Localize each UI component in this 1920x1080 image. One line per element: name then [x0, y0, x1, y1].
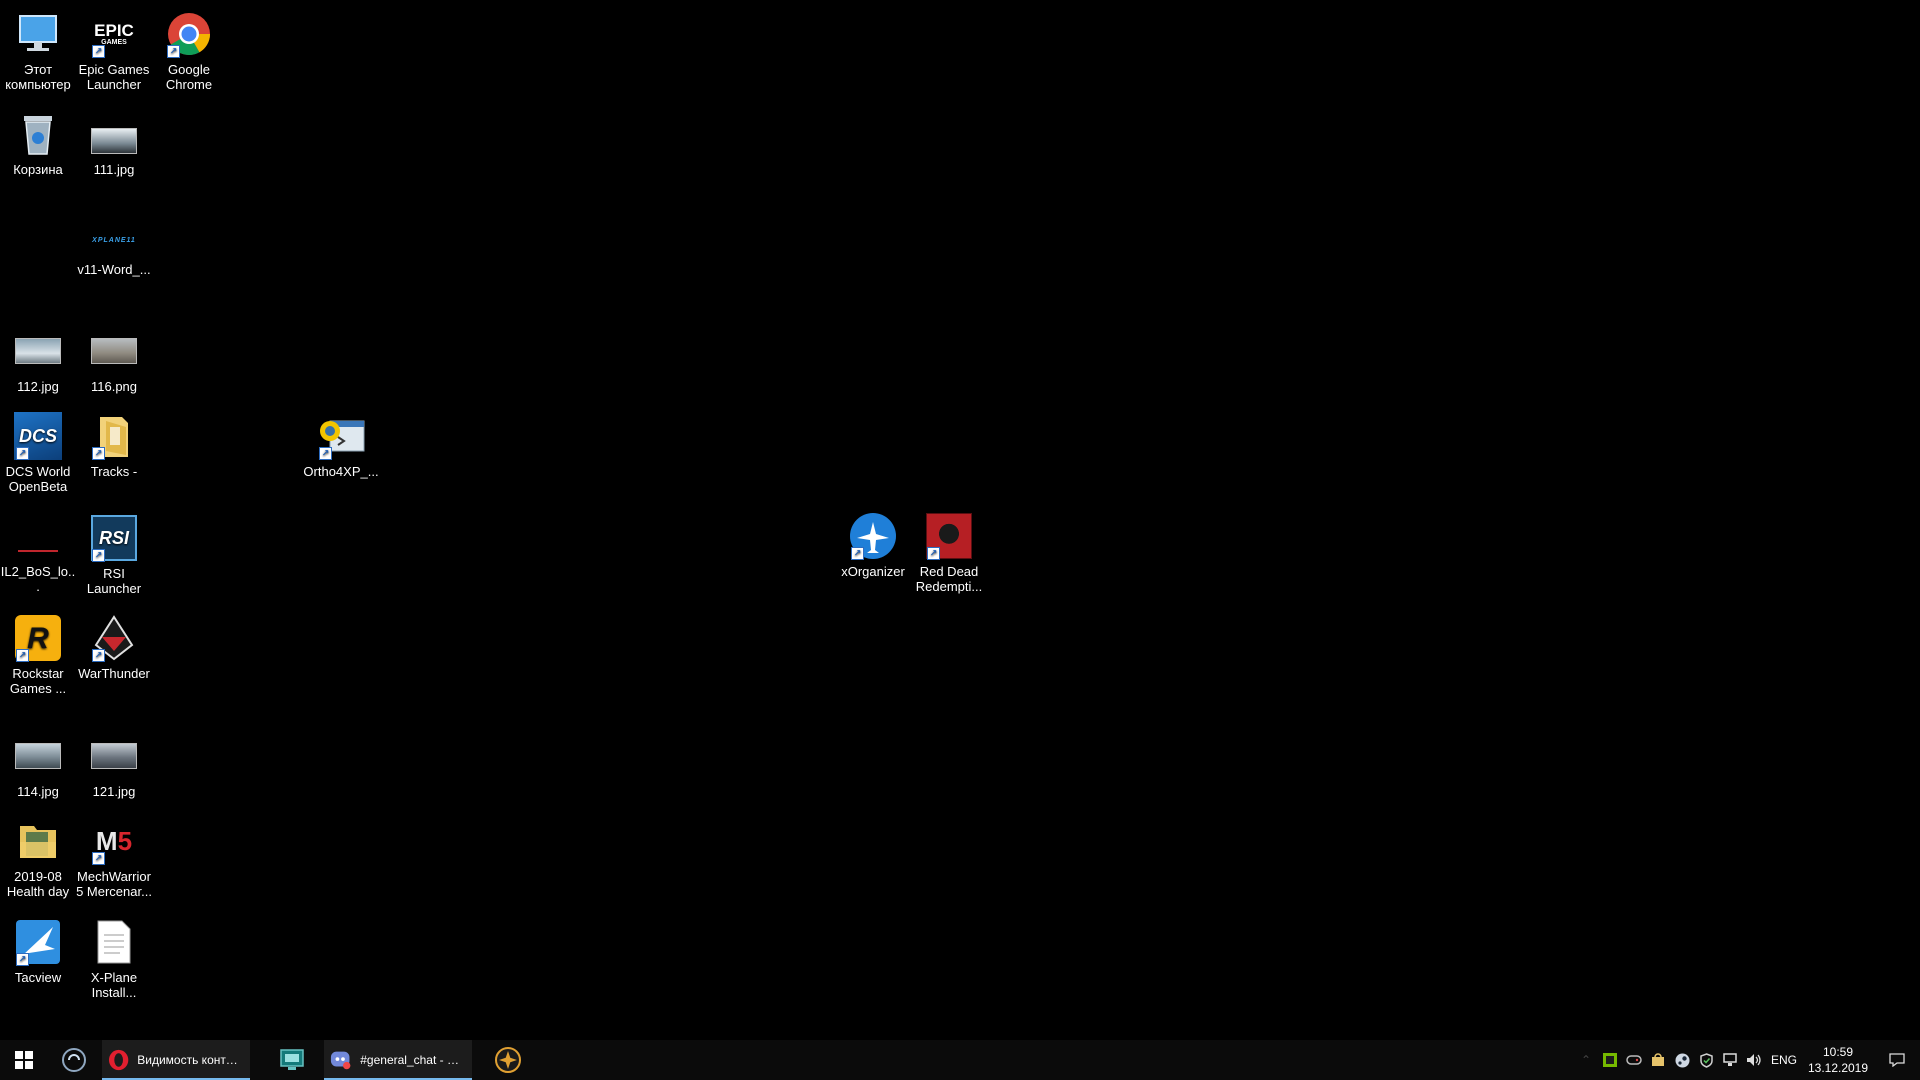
taskbar: Видимость контак... #general_chat - Dis.…	[0, 1040, 1920, 1080]
clock-time: 10:59	[1822, 1045, 1854, 1059]
file-112-jpg[interactable]: 112.jpg	[0, 325, 76, 394]
taskbar-app-gear[interactable]	[484, 1040, 532, 1080]
image-thumbnail	[91, 128, 137, 154]
shortcut-arrow-icon: ↗	[16, 953, 29, 966]
tray-steam[interactable]	[1670, 1040, 1694, 1080]
discord-icon	[330, 1051, 351, 1070]
tray-nvidia[interactable]	[1598, 1040, 1622, 1080]
red-dead-redemption-icon[interactable]: ↗ Red Dead Redempti...	[911, 510, 987, 594]
start-button[interactable]	[0, 1040, 48, 1080]
image-thumbnail	[91, 743, 137, 769]
tray-security[interactable]	[1694, 1040, 1718, 1080]
input-language[interactable]: ENG	[1766, 1053, 1802, 1067]
dcs-world-icon[interactable]: DCS ↗ DCS World OpenBeta	[0, 410, 76, 494]
this-pc-icon[interactable]: Этот компьютер	[0, 8, 76, 92]
warthunder-icon[interactable]: ↗ WarThunder	[76, 612, 152, 681]
shortcut-arrow-icon: ↗	[927, 547, 940, 560]
action-center-button[interactable]	[1874, 1040, 1920, 1080]
network-icon	[1723, 1053, 1737, 1066]
image-thumbnail	[15, 743, 61, 769]
volume-icon	[1747, 1054, 1761, 1066]
file-121-jpg[interactable]: 121.jpg	[76, 730, 152, 799]
shortcut-arrow-icon: ↗	[92, 45, 105, 58]
ortho4xp-icon[interactable]: ↗ Ortho4XP_...	[303, 410, 379, 479]
show-hidden-icons-button[interactable]: ⌃	[1574, 1040, 1598, 1080]
clock-date: 13.12.2019	[1807, 1061, 1869, 1075]
google-chrome-icon[interactable]: ↗ Google Chrome	[151, 8, 227, 92]
file-114-jpg[interactable]: 114.jpg	[0, 730, 76, 799]
windows-logo-icon	[15, 1051, 33, 1069]
xorganizer-icon[interactable]: ↗ xOrganizer	[835, 510, 911, 579]
game-app-icon	[495, 1047, 521, 1073]
rockstar-launcher-icon[interactable]: R ↗ Rockstar Games ...	[0, 612, 76, 696]
il2-icon[interactable]: IL2_BoS_lo...	[0, 510, 76, 594]
image-thumbnail	[15, 338, 61, 364]
taskbar-app-opera[interactable]: Видимость контак...	[102, 1040, 250, 1080]
folder-health-day[interactable]: 2019-08 Health day	[0, 815, 76, 899]
il2-logo-icon	[18, 550, 58, 552]
tray-gamepad[interactable]	[1622, 1040, 1646, 1080]
shortcut-arrow-icon: ↗	[16, 447, 29, 460]
clock[interactable]: 10:59 13.12.2019	[1802, 1044, 1874, 1076]
chevron-up-icon: ⌃	[1580, 1053, 1592, 1067]
shortcut-arrow-icon: ↗	[92, 852, 105, 865]
tray-bag[interactable]	[1646, 1040, 1670, 1080]
folder-icon	[20, 826, 56, 858]
opera-icon	[108, 1049, 129, 1071]
taskbar-app-pinned[interactable]	[268, 1040, 316, 1080]
shortcut-arrow-icon: ↗	[16, 649, 29, 662]
tacview-icon[interactable]: ↗ Tacview	[0, 916, 76, 985]
document-icon	[97, 920, 131, 964]
xplane-logo-icon: XPLANE11	[92, 236, 136, 244]
shortcut-arrow-icon: ↗	[92, 649, 105, 662]
nvidia-icon	[1603, 1053, 1617, 1067]
bag-icon	[1652, 1053, 1664, 1066]
shortcut-arrow-icon: ↗	[92, 549, 105, 562]
notification-icon	[1889, 1053, 1905, 1067]
tray-volume[interactable]	[1742, 1040, 1766, 1080]
system-tray: ⌃ ENG 10:59 13.12.2019	[1574, 1040, 1920, 1080]
desktop: Этот компьютер Корзина 112.jpg DCS ↗ DCS…	[0, 0, 1920, 1040]
tracks-folder-icon[interactable]: ↗ Tracks -	[76, 410, 152, 479]
task-view-icon	[62, 1048, 86, 1072]
mechwarrior-logo-icon: M 5	[95, 826, 133, 856]
task-view-button[interactable]	[50, 1040, 98, 1080]
taskbar-app-discord[interactable]: #general_chat - Dis...	[324, 1040, 472, 1080]
file-111-jpg[interactable]: 111.jpg	[76, 122, 152, 177]
rsi-launcher-icon[interactable]: RSI ↗ RSI Launcher	[76, 512, 152, 596]
recycle-bin-icon[interactable]: Корзина	[0, 108, 76, 177]
shortcut-arrow-icon: ↗	[319, 447, 332, 460]
shortcut-arrow-icon: ↗	[167, 45, 180, 58]
mechwarrior-icon[interactable]: M 5 ↗ MechWarrior 5 Mercenar...	[76, 815, 152, 899]
epic-games-launcher-icon[interactable]: EPIC GAMES ↗ Epic Games Launcher	[76, 8, 152, 92]
shield-icon	[1699, 1052, 1713, 1068]
shortcut-arrow-icon: ↗	[92, 447, 105, 460]
xplane-word-file-icon[interactable]: XPLANE11 v11-Word_...	[76, 220, 152, 278]
trash-icon	[24, 116, 52, 155]
shortcut-arrow-icon: ↗	[851, 547, 864, 560]
image-thumbnail	[91, 338, 137, 364]
file-116-png[interactable]: 116.png	[76, 325, 152, 394]
monitor-app-icon	[280, 1049, 304, 1070]
monitor-icon	[19, 15, 57, 51]
steam-icon	[1675, 1053, 1689, 1067]
tray-network[interactable]	[1718, 1040, 1742, 1080]
xplane-installer-icon[interactable]: X-Plane Install...	[76, 916, 152, 1000]
gamepad-icon	[1626, 1055, 1642, 1065]
